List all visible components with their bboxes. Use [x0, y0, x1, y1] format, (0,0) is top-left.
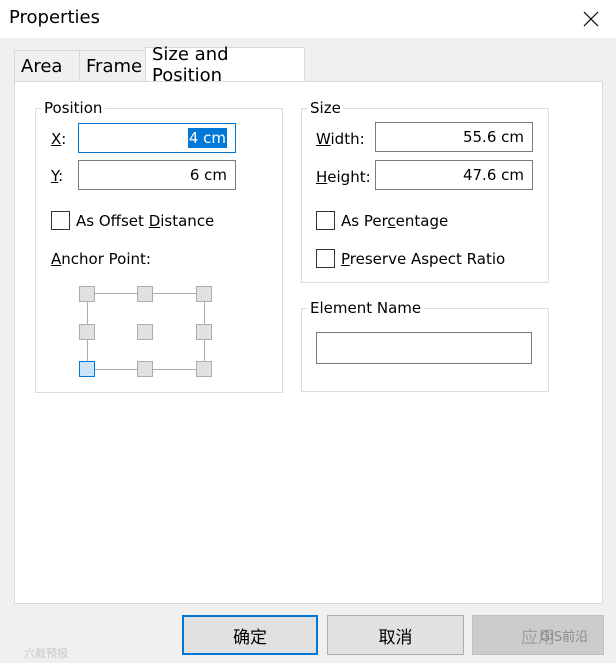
- offset-distance-label: As Offset Distance: [76, 212, 215, 230]
- close-button[interactable]: [566, 0, 616, 38]
- cancel-button[interactable]: 取消: [327, 615, 464, 655]
- tab-strip: Area Frame Size and Position: [14, 44, 305, 86]
- anchor-top-right[interactable]: [196, 286, 212, 302]
- tab-frame[interactable]: Frame: [79, 50, 146, 81]
- element-name-legend: Element Name: [307, 299, 425, 317]
- offset-distance-checkbox[interactable]: [51, 211, 70, 230]
- ok-button[interactable]: 确定: [182, 615, 318, 655]
- anchor-bottom-right[interactable]: [196, 361, 212, 377]
- anchor-middle-left[interactable]: [79, 324, 95, 340]
- watermark-left: 六截预报: [24, 647, 68, 660]
- tab-panel: Position X: 4 cm Y: 6 cm As Offset Dista…: [14, 81, 603, 604]
- position-legend: Position: [41, 99, 106, 117]
- anchor-top-left[interactable]: [79, 286, 95, 302]
- position-group: Position X: 4 cm Y: 6 cm As Offset Dista…: [35, 99, 283, 393]
- x-input[interactable]: 4 cm: [78, 123, 236, 153]
- y-label: Y:: [51, 167, 64, 185]
- anchor-bottom-center[interactable]: [137, 361, 153, 377]
- size-group: Size Width: 55.6 cm Height: 47.6 cm As P…: [301, 99, 549, 283]
- height-input[interactable]: 47.6 cm: [375, 160, 533, 190]
- aspect-ratio-checkbox[interactable]: [316, 249, 335, 268]
- title-bar: Properties: [0, 0, 616, 38]
- element-name-group: Element Name: [301, 299, 549, 392]
- window-title: Properties: [9, 7, 100, 28]
- tab-area[interactable]: Area: [14, 50, 80, 81]
- anchor-top-center[interactable]: [137, 286, 153, 302]
- x-label: X:: [51, 130, 67, 148]
- watermark-right: GIS前沿: [540, 630, 589, 645]
- close-icon: [583, 11, 599, 27]
- height-label: Height:: [316, 168, 371, 186]
- y-input[interactable]: 6 cm: [78, 160, 236, 190]
- anchor-middle-center[interactable]: [137, 324, 153, 340]
- x-value: 4 cm: [187, 128, 227, 148]
- aspect-ratio-label: Preserve Aspect Ratio: [341, 250, 506, 268]
- anchor-bottom-left[interactable]: [79, 361, 95, 377]
- size-legend: Size: [307, 99, 344, 117]
- percentage-checkbox[interactable]: [316, 211, 335, 230]
- element-name-input[interactable]: [316, 332, 532, 364]
- anchor-middle-right[interactable]: [196, 324, 212, 340]
- percentage-label: As Percentage: [341, 212, 449, 230]
- tab-size-and-position[interactable]: Size and Position: [145, 44, 305, 86]
- anchor-point-label: Anchor Point:: [51, 250, 151, 268]
- width-input[interactable]: 55.6 cm: [375, 122, 533, 152]
- width-label: Width:: [316, 130, 365, 148]
